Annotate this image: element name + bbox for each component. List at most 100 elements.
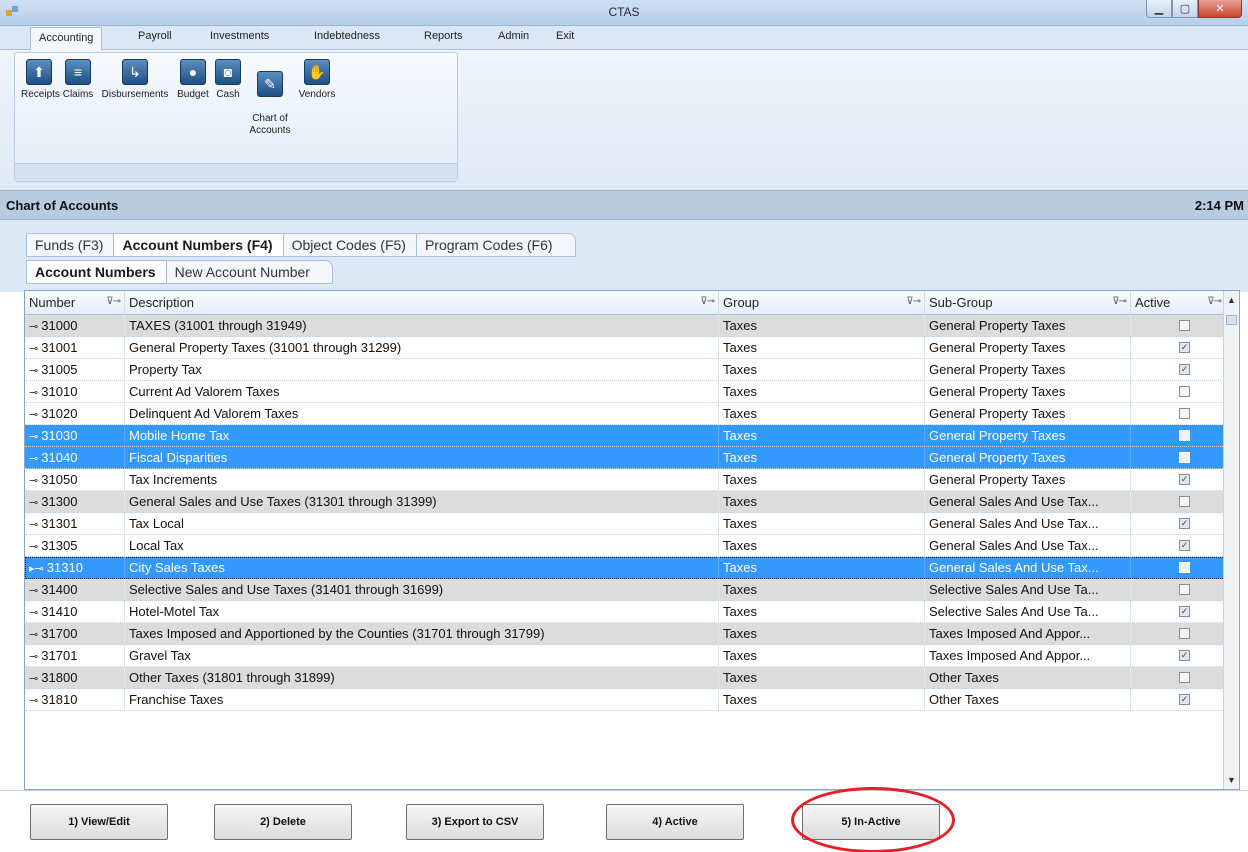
row-pin-icon[interactable]: ⊸ xyxy=(29,475,41,487)
table-row[interactable]: ⊸ 31001 General Property Taxes (31001 thr… xyxy=(25,337,1225,359)
cash-button[interactable]: ◙ Cash xyxy=(213,59,243,101)
filter-pin-icon[interactable]: ⊽⊸ xyxy=(700,296,715,307)
column-header-number[interactable]: Number ⊽⊸ xyxy=(25,291,125,315)
table-row[interactable]: ⊸ 31301 Tax Local Taxes General Sales And U… xyxy=(25,513,1225,535)
table-row[interactable]: ⊸ 31701 Gravel Tax Taxes Taxes Imposed And … xyxy=(25,645,1225,667)
row-pin-icon[interactable]: ⊸ xyxy=(29,585,41,597)
tab-account-numbers-list[interactable]: Account Numbers xyxy=(26,260,166,284)
row-pin-icon[interactable]: ⊸ xyxy=(29,541,41,553)
table-row[interactable]: ⊸ 31305 Local Tax Taxes General Sales And U… xyxy=(25,535,1225,557)
table-row[interactable]: ⊸ 31800 Other Taxes (31801 through 31899)… xyxy=(25,667,1225,689)
active-checkbox[interactable] xyxy=(1179,628,1190,639)
active-button[interactable]: 4) Active xyxy=(606,804,744,840)
close-button[interactable]: ✕ xyxy=(1198,0,1242,18)
active-checkbox[interactable]: ✓ xyxy=(1179,540,1190,551)
delete-button[interactable]: 2) Delete xyxy=(214,804,352,840)
receipts-button[interactable]: ⬆ Receipts xyxy=(21,59,60,101)
row-pin-icon[interactable]: ⊸ xyxy=(29,431,41,443)
active-checkbox[interactable] xyxy=(1179,320,1190,331)
active-checkbox[interactable]: ✓ xyxy=(1179,364,1190,375)
ribbon-tab-reports[interactable]: Reports xyxy=(424,30,463,42)
view-edit-button[interactable]: 1) View/Edit xyxy=(30,804,168,840)
vertical-scrollbar[interactable]: ▲ ▼ xyxy=(1223,291,1239,789)
table-row[interactable]: ⊸ 31410 Hotel-Motel Tax Taxes Selective Sal… xyxy=(25,601,1225,623)
active-checkbox[interactable] xyxy=(1179,408,1190,419)
active-checkbox[interactable]: ✓ xyxy=(1179,474,1190,485)
current-row-pin-icon[interactable]: ▸⊸ xyxy=(29,563,47,575)
ribbon-tab-payroll[interactable]: Payroll xyxy=(138,30,172,42)
active-checkbox[interactable] xyxy=(1179,386,1190,397)
table-row[interactable]: ⊸ 31300 General Sales and Use Taxes (3130… xyxy=(25,491,1225,513)
row-pin-icon[interactable]: ⊸ xyxy=(29,629,41,641)
row-pin-icon[interactable]: ⊸ xyxy=(29,365,41,377)
chart-of-accounts-button[interactable]: ✎ Chart of Accounts xyxy=(247,59,293,137)
claims-button[interactable]: ≡ Claims xyxy=(61,59,95,101)
active-checkbox[interactable] xyxy=(1179,584,1190,595)
row-pin-icon[interactable]: ⊸ xyxy=(29,673,41,685)
active-checkbox[interactable] xyxy=(1179,430,1190,441)
maximize-button[interactable]: ▢ xyxy=(1172,0,1198,18)
active-checkbox[interactable] xyxy=(1179,562,1190,573)
row-pin-icon[interactable]: ⊸ xyxy=(29,343,41,355)
column-header-subgroup[interactable]: Sub-Group ⊽⊸ xyxy=(925,291,1131,315)
table-row[interactable]: ⊸ 31000 TAXES (31001 through 31949) Taxes G… xyxy=(25,315,1225,337)
active-checkbox[interactable]: ✓ xyxy=(1179,694,1190,705)
filter-pin-icon[interactable]: ⊽⊸ xyxy=(1112,296,1127,307)
scroll-down-icon[interactable]: ▼ xyxy=(1226,775,1237,785)
scroll-thumb[interactable] xyxy=(1226,315,1237,325)
tab-object-codes[interactable]: Object Codes (F5) xyxy=(282,233,416,257)
tab-account-numbers[interactable]: Account Numbers (F4) xyxy=(113,233,283,257)
active-checkbox[interactable]: ✓ xyxy=(1179,518,1190,529)
row-pin-icon[interactable]: ⊸ xyxy=(29,519,41,531)
active-checkbox[interactable]: ✓ xyxy=(1179,342,1190,353)
column-header-group-label: Group xyxy=(723,295,760,310)
row-pin-icon[interactable]: ⊸ xyxy=(29,651,41,663)
active-checkbox[interactable] xyxy=(1179,496,1190,507)
disbursements-button[interactable]: ↳ Disbursements xyxy=(99,59,171,101)
ribbon-tab-indebtedness[interactable]: Indebtedness xyxy=(314,30,380,42)
column-header-group[interactable]: Group ⊽⊸ xyxy=(719,291,925,315)
tab-program-codes[interactable]: Program Codes (F6) xyxy=(415,233,576,257)
row-pin-icon[interactable]: ⊸ xyxy=(29,607,41,619)
ribbon-tab-admin[interactable]: Admin xyxy=(498,30,529,42)
table-row[interactable]: ⊸ 31010 Current Ad Valorem Taxes Taxes Gene… xyxy=(25,381,1225,403)
tab-funds[interactable]: Funds (F3) xyxy=(26,233,114,257)
row-pin-icon[interactable]: ⊸ xyxy=(29,453,41,465)
table-row[interactable]: ▸⊸ 31310 City Sales Taxes Taxes General Sal… xyxy=(25,557,1225,579)
active-checkbox[interactable] xyxy=(1179,452,1190,463)
active-checkbox[interactable]: ✓ xyxy=(1179,606,1190,617)
active-checkbox[interactable] xyxy=(1179,672,1190,683)
ribbon-tab-accounting[interactable]: Accounting xyxy=(30,27,103,51)
table-row[interactable]: ⊸ 31810 Franchise Taxes Taxes Other Taxes ✓ xyxy=(25,689,1225,711)
scroll-up-icon[interactable]: ▲ xyxy=(1226,295,1237,305)
cell-description: Other Taxes (31801 through 31899) xyxy=(125,667,719,688)
tab-new-account-number[interactable]: New Account Number xyxy=(165,260,333,284)
filter-pin-icon[interactable]: ⊽⊸ xyxy=(1207,296,1222,307)
row-pin-icon[interactable]: ⊸ xyxy=(29,497,41,509)
filter-pin-icon[interactable]: ⊽⊸ xyxy=(106,296,121,307)
column-header-description[interactable]: Description ⊽⊸ xyxy=(125,291,719,315)
column-header-active-label: Active xyxy=(1135,295,1171,310)
vendors-button[interactable]: ✋ Vendors xyxy=(297,59,337,101)
table-row[interactable]: ⊸ 31050 Tax Increments Taxes General Proper… xyxy=(25,469,1225,491)
ribbon-tab-investments[interactable]: Investments xyxy=(210,30,269,42)
table-row[interactable]: ⊸ 31400 Selective Sales and Use Taxes (31… xyxy=(25,579,1225,601)
column-header-active[interactable]: Active ⊽⊸ xyxy=(1131,291,1225,315)
row-pin-icon[interactable]: ⊸ xyxy=(29,409,41,421)
table-row[interactable]: ⊸ 31020 Delinquent Ad Valorem Taxes Taxes G… xyxy=(25,403,1225,425)
budget-button[interactable]: ● Budget xyxy=(175,59,211,101)
row-pin-icon[interactable]: ⊸ xyxy=(29,695,41,707)
export-csv-button[interactable]: 3) Export to CSV xyxy=(406,804,544,840)
active-checkbox[interactable]: ✓ xyxy=(1179,650,1190,661)
filter-pin-icon[interactable]: ⊽⊸ xyxy=(906,296,921,307)
table-row[interactable]: ⊸ 31030 Mobile Home Tax Taxes General Prope… xyxy=(25,425,1225,447)
ribbon-tab-exit[interactable]: Exit xyxy=(556,30,574,42)
inactive-button[interactable]: 5) In-Active xyxy=(802,804,940,840)
table-row[interactable]: ⊸ 31040 Fiscal Disparities Taxes General Pr… xyxy=(25,447,1225,469)
row-pin-icon[interactable]: ⊸ xyxy=(29,387,41,399)
minimize-button[interactable]: ▁ xyxy=(1146,0,1172,18)
table-row[interactable]: ⊸ 31700 Taxes Imposed and Apportioned by … xyxy=(25,623,1225,645)
row-pin-icon[interactable]: ⊸ xyxy=(29,321,41,333)
table-row[interactable]: ⊸ 31005 Property Tax Taxes General Property… xyxy=(25,359,1225,381)
cell-active xyxy=(1131,425,1225,446)
